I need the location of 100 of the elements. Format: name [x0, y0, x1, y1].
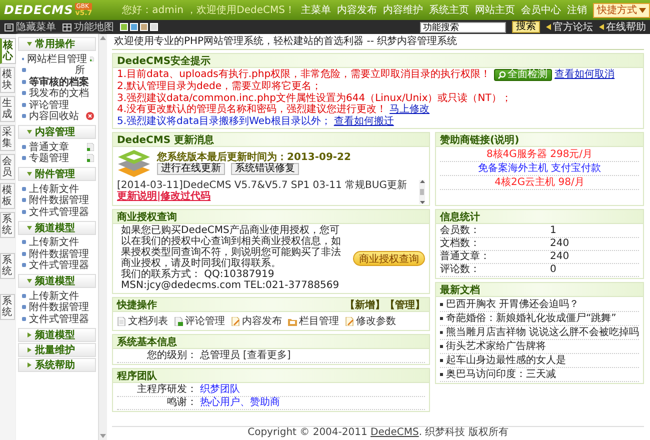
- theme-swatch[interactable]: [130, 23, 138, 31]
- menu-group-header[interactable]: 系统帮助: [18, 358, 96, 372]
- panel-title: 最新文档: [440, 283, 480, 296]
- side-tab[interactable]: 系统: [0, 294, 15, 320]
- menu-group-header[interactable]: 频道模型: [18, 274, 96, 288]
- side-tab[interactable]: 核心: [0, 38, 16, 64]
- logo: DEDECMS: [4, 3, 74, 17]
- help-link[interactable]: 查看如何搬迁: [334, 116, 394, 127]
- menu-item[interactable]: 评论管理: [29, 98, 69, 112]
- bullet-icon: [22, 186, 26, 191]
- menu-group-header[interactable]: 批量维护: [18, 342, 96, 356]
- toolbar-button[interactable]: 功能地图: [62, 20, 114, 34]
- menu-item[interactable]: 专题管理: [29, 151, 69, 166]
- side-tab[interactable]: 模块: [0, 67, 15, 93]
- side-tab[interactable]: 模板: [0, 183, 15, 209]
- side-tab[interactable]: 系统: [0, 253, 15, 279]
- theme-swatch[interactable]: [150, 23, 158, 31]
- menu-item[interactable]: 上传新文件: [29, 288, 79, 303]
- article-link[interactable]: 奥巴马访问印度：三天减: [446, 368, 556, 381]
- toolbar-button[interactable]: 隐藏菜单: [4, 20, 56, 34]
- menu-item[interactable]: 我发布的文档: [29, 86, 89, 100]
- theme-swatch[interactable]: [120, 23, 128, 31]
- copyright-text: Copyright © 2004-2011 DedeCMS. 织梦科技 版权所有: [112, 426, 644, 440]
- menu-item[interactable]: 上传新文件: [29, 182, 79, 196]
- bullet-icon: [22, 294, 26, 298]
- news-link[interactable]: 更新说明|修改过代码: [117, 191, 211, 202]
- shortcut-link[interactable]: 评论管理: [174, 314, 225, 328]
- search-button[interactable]: 搜索: [512, 21, 540, 33]
- article-link[interactable]: 街头艺术家给广告牌将: [446, 340, 546, 353]
- comment-icon: [174, 316, 183, 326]
- grid-icon: [62, 22, 72, 32]
- menu-item[interactable]: 附件数据管理: [29, 193, 89, 208]
- caret-icon: [28, 332, 32, 337]
- article-link[interactable]: 起车山身边最性感的女人是: [446, 354, 566, 367]
- help-link[interactable]: 马上修改: [390, 104, 430, 116]
- menu-group-header[interactable]: 频道模型: [18, 328, 96, 342]
- warning-text: 2.默认管理目录为dede，需要立即将它更名；: [117, 81, 322, 92]
- sponsor-link[interactable]: 4核2G云主机 98/月: [440, 176, 639, 190]
- arrow-icon: [546, 24, 551, 30]
- theme-swatch[interactable]: [140, 23, 148, 31]
- menu-item[interactable]: 上传新文件: [29, 235, 79, 250]
- bullet-icon: [22, 240, 26, 244]
- warning-text: 3.强烈建议data/common.inc.php文件属性设置为644（Linux/Unix）或只读（NT）；: [117, 92, 512, 104]
- footer-link[interactable]: DedeCMS: [370, 427, 419, 438]
- sponsor-link[interactable]: 免备案海外主机 支付宝付款: [440, 162, 639, 176]
- welcome-text: 欢迎使用专业的PHP网站管理系统，轻松建站的首选利器 -- 织梦内容管理系统: [112, 36, 644, 50]
- menu-item[interactable]: 文件式管理器: [29, 258, 89, 272]
- shortcut-dropdown[interactable]: 快捷方式: [593, 2, 650, 18]
- team-link[interactable]: 热心用户、赞助商: [200, 397, 280, 409]
- bullet-icon: [440, 303, 443, 306]
- menu-group-header[interactable]: 附件管理: [18, 167, 96, 181]
- toolbar-link[interactable]: 官方论坛: [546, 20, 593, 34]
- menu-group-header[interactable]: 常用操作: [18, 37, 96, 51]
- field-label: 主程序研发：: [136, 384, 197, 396]
- menu-group-header[interactable]: 内容管理: [18, 125, 96, 139]
- menu-item[interactable]: 普通文章: [29, 140, 69, 154]
- panel-title: 快捷操作: [117, 298, 157, 312]
- menu-item[interactable]: 文件式管理器: [29, 312, 89, 326]
- update-button[interactable]: 进行在线更新: [157, 162, 225, 174]
- more-link[interactable]: [查看更多]: [243, 350, 291, 362]
- menu-item[interactable]: 文件式管理器: [29, 204, 89, 219]
- side-tab[interactable]: 系统: [0, 212, 15, 238]
- side-tab[interactable]: 采集: [0, 125, 15, 151]
- menu-item[interactable]: 网站栏目管理: [27, 52, 88, 66]
- menu-item[interactable]: 所: [75, 63, 85, 78]
- up-arrow-icon: [100, 36, 106, 40]
- article-link[interactable]: 熊当雕月店吉祥物 说说这么胖不会被吃掉吗: [446, 326, 639, 339]
- bullet-icon: [22, 252, 26, 256]
- toolbar-link[interactable]: 在线帮助: [599, 20, 646, 34]
- team-link[interactable]: 织梦团队: [200, 384, 240, 396]
- menu-item[interactable]: 附件数据管理: [29, 300, 89, 314]
- bullet-icon: [440, 345, 443, 348]
- shortcut-link[interactable]: 栏目管理: [288, 314, 339, 328]
- help-link[interactable]: 查看如何取消: [554, 69, 615, 81]
- delete-icon: [86, 112, 94, 120]
- arrow-icon: [599, 24, 604, 30]
- caret-icon: [27, 42, 32, 46]
- article-link[interactable]: 奇葩婚俗：新娘婚礼化妆成僵尸“跳舞”: [446, 312, 616, 325]
- update-button[interactable]: 系统错误修复: [231, 162, 299, 174]
- shortcut-link[interactable]: 文档列表: [117, 314, 168, 328]
- bullet-icon: [22, 198, 26, 202]
- sponsor-link[interactable]: 8核4G服务器 298元/月: [440, 148, 639, 162]
- folder-icon: [288, 316, 297, 326]
- shortcut-link[interactable]: 内容发布: [231, 314, 282, 328]
- stat-label: 文档数：: [440, 238, 481, 250]
- scroll-bar[interactable]: [419, 180, 425, 204]
- side-tab[interactable]: 生成: [0, 96, 15, 122]
- news-text: [2014-03-11]DedeCMS V5.7&V5.7 SP1 03-11 常规BUG更新 更新说明|修改过代码: [117, 180, 408, 204]
- menu-item[interactable]: 内容回收站: [29, 109, 79, 124]
- bullet-icon: [440, 331, 443, 334]
- menu-group-header[interactable]: 频道模型: [18, 220, 96, 234]
- scroll-bar[interactable]: [99, 34, 107, 440]
- menu-item[interactable]: 附件数据管理: [29, 246, 89, 261]
- article-link[interactable]: 巴西开胸衣 开胃佛还会迫吗？: [446, 298, 580, 311]
- header-link[interactable]: 【新增】: [345, 298, 385, 312]
- header-link[interactable]: 【管理】: [385, 298, 425, 312]
- side-tab[interactable]: 会员: [0, 154, 15, 180]
- license-button[interactable]: 商业授权查询: [353, 250, 425, 266]
- menu-item[interactable]: 等审核的档案: [29, 74, 89, 89]
- shortcut-link[interactable]: 修改参数: [345, 314, 396, 328]
